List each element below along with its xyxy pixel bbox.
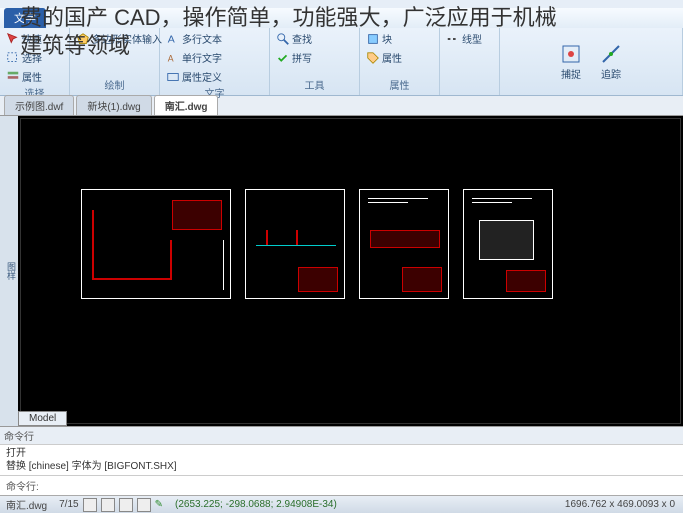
text-icon: A <box>166 32 180 46</box>
ribbon-select[interactable]: 选择 <box>4 49 44 66</box>
group-label-draw: 绘制 <box>74 77 155 93</box>
group-label-attr: 属性 <box>364 77 435 93</box>
search-icon <box>276 32 290 46</box>
document-area: 图样 左侧样 − □ × 文A <box>0 116 683 426</box>
titlebar <box>0 0 683 8</box>
drawing-4 <box>463 189 553 299</box>
command-input[interactable] <box>45 478 683 493</box>
block-icon <box>366 32 380 46</box>
ribbon-snap[interactable]: 捕捉 <box>553 40 589 83</box>
model-tab[interactable]: Model <box>18 411 67 426</box>
svg-text:A: A <box>168 53 174 63</box>
cursor-icon <box>6 32 20 46</box>
status-filename: 南汇.dwg <box>0 497 53 512</box>
ribbon-polygon[interactable]: 多边形实体输入 <box>74 30 164 47</box>
ribbon-attrdef[interactable]: 属性定义 <box>164 68 224 85</box>
drawing-1 <box>81 189 231 299</box>
drawing-thumbnails <box>81 189 553 299</box>
status-cursor-icon: ✎ <box>155 499 163 510</box>
svg-text:A: A <box>168 33 175 45</box>
command-input-row: 命令行: <box>0 475 683 495</box>
panel-tab-1[interactable]: 图样 <box>5 262 18 280</box>
command-label: 命令行 <box>0 427 683 445</box>
tab-example[interactable]: 示例图.dwf <box>4 95 74 115</box>
document-tabs: 示例图.dwf 新块(1).dwg 南汇.dwg <box>0 96 683 116</box>
cmd-line-1: 打开 <box>6 447 677 460</box>
properties-icon <box>6 70 20 84</box>
ribbon: 快速 选择 属性 选择 多边形实体输入 绘制 A多行文本 A单行文字 属性定义 … <box>0 28 683 96</box>
check-icon <box>276 51 290 65</box>
command-area: 命令行 打开 替换 [chinese] 字体为 [BIGFONT.SHX] 命令… <box>0 426 683 495</box>
ribbon-stext[interactable]: A单行文字 <box>164 49 224 66</box>
tab-newblock[interactable]: 新块(1).dwg <box>76 95 151 115</box>
drawing-canvas[interactable] <box>20 118 681 424</box>
polygon-icon <box>76 32 90 46</box>
canvas-wrap: − □ × 文A <box>18 116 683 426</box>
ribbon-track[interactable]: 追踪 <box>593 40 629 83</box>
menu-tab-text[interactable]: 文字 <box>4 8 46 28</box>
command-prompt: 命令行: <box>0 476 45 495</box>
statusbar: 南汇.dwg 7/15 ✎ (2653.225; -298.0688; 2.94… <box>0 495 683 513</box>
text-single-icon: A <box>166 51 180 65</box>
snap-icon <box>559 42 583 66</box>
ribbon-spell[interactable]: 拼写 <box>274 49 314 66</box>
tab-nanhui[interactable]: 南汇.dwg <box>154 95 219 115</box>
command-history: 打开 替换 [chinese] 字体为 [BIGFONT.SHX] <box>0 445 683 475</box>
menubar: 文字 <box>0 8 683 28</box>
ribbon-find[interactable]: 查找 <box>274 30 314 47</box>
status-page: 7/15 <box>59 499 78 510</box>
ribbon-linetype[interactable]: 线型 <box>444 30 484 47</box>
left-panel-tabs: 图样 左侧样 <box>0 116 18 426</box>
ribbon-props[interactable]: 属性 <box>4 68 44 85</box>
drawing-2 <box>245 189 345 299</box>
drawing-3 <box>359 189 449 299</box>
status-coords: (2653.225; -298.0688; 2.94908E-34) <box>167 499 345 510</box>
model-tab-bar: Model <box>18 410 67 426</box>
track-icon <box>599 42 623 66</box>
tag-icon <box>366 51 380 65</box>
ribbon-block[interactable]: 块 <box>364 30 394 47</box>
ribbon-attr[interactable]: 属性 <box>364 49 404 66</box>
group-label-tools: 工具 <box>274 77 355 93</box>
status-dimensions: 1696.762 x 469.0093 x 0 <box>557 499 683 510</box>
ribbon-quick-select[interactable]: 快速 <box>4 30 44 47</box>
line-icon <box>446 32 460 46</box>
ribbon-mtext[interactable]: A多行文本 <box>164 30 224 47</box>
attribute-icon <box>166 70 180 84</box>
select-icon <box>6 51 20 65</box>
cmd-line-2: 替换 [chinese] 字体为 [BIGFONT.SHX] <box>6 460 677 473</box>
